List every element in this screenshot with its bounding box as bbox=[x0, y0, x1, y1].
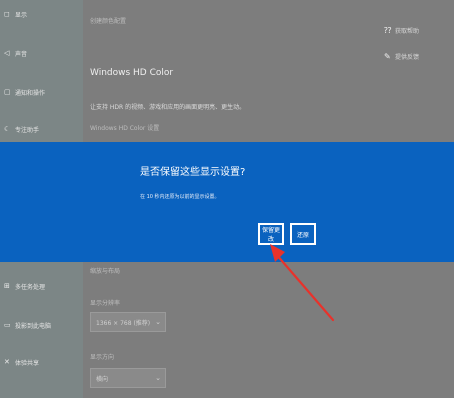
get-help-link[interactable]: ⁇ 获取帮助 bbox=[384, 26, 419, 35]
dialog-title: 是否保留这些显示设置? bbox=[140, 167, 246, 178]
display-icon: ◻ bbox=[4, 10, 10, 18]
resolution-select[interactable]: 1366 × 768 (推荐) ⌄ bbox=[90, 312, 166, 332]
orientation-label: 显示方向 bbox=[90, 354, 115, 361]
keep-display-settings-dialog bbox=[0, 142, 454, 262]
project-icon: ▭ bbox=[4, 321, 11, 329]
multitask-icon: ⊞ bbox=[4, 282, 10, 290]
feedback-icon: ✎ bbox=[384, 52, 391, 61]
sidebar-item-label: 通知和操作 bbox=[15, 89, 46, 97]
give-feedback-label: 提供反馈 bbox=[395, 54, 420, 61]
resolution-value: 1366 × 768 (推荐) bbox=[96, 319, 151, 327]
dialog-description: 在 10 秒内还原为以前的显示设置。 bbox=[140, 194, 220, 200]
scale-layout-label: 缩放与布局 bbox=[90, 268, 121, 275]
focus-icon: ☾ bbox=[4, 125, 11, 133]
section-label: 创建颜色配置 bbox=[90, 18, 127, 25]
sidebar-item-shared-experiences[interactable]: ✕ 体验共享 bbox=[4, 355, 39, 369]
sidebar-item-label: 专注助手 bbox=[15, 126, 40, 134]
notification-icon: ▢ bbox=[4, 88, 11, 96]
revert-button[interactable]: 还原 bbox=[290, 223, 316, 245]
sidebar-item-multitasking[interactable]: ⊞ 多任务处理 bbox=[4, 279, 45, 293]
sidebar-item-label: 声音 bbox=[15, 50, 28, 58]
sidebar-item-label: 显示 bbox=[15, 11, 28, 19]
sidebar-item-label: 多任务处理 bbox=[15, 283, 46, 291]
sidebar-item-focus-assist[interactable]: ☾ 专注助手 bbox=[4, 122, 39, 136]
hd-color-description: 让支持 HDR 的视频、游戏和应用的画面更明亮、更生动。 bbox=[90, 104, 246, 111]
sidebar-item-display[interactable]: ◻ 显示 bbox=[4, 7, 27, 21]
sound-icon: ◁ bbox=[4, 49, 10, 57]
get-help-label: 获取帮助 bbox=[395, 28, 420, 35]
sidebar-item-notifications[interactable]: ▢ 通知和操作 bbox=[4, 85, 45, 99]
sidebar-item-sound[interactable]: ◁ 声音 bbox=[4, 46, 27, 60]
keep-changes-button[interactable]: 保留更改 bbox=[258, 223, 284, 245]
hd-color-title: Windows HD Color bbox=[90, 68, 174, 78]
hd-color-settings-link[interactable]: Windows HD Color 设置 bbox=[90, 123, 159, 132]
shared-experience-icon: ✕ bbox=[4, 358, 10, 366]
give-feedback-link[interactable]: ✎ 提供反馈 bbox=[384, 52, 419, 61]
sidebar-item-label: 体验共享 bbox=[15, 359, 40, 367]
chevron-down-icon: ⌄ bbox=[155, 374, 161, 382]
sidebar-item-label: 投影到此电脑 bbox=[15, 322, 52, 330]
chevron-down-icon: ⌄ bbox=[155, 318, 161, 326]
resolution-label: 显示分辨率 bbox=[90, 300, 121, 307]
orientation-value: 横向 bbox=[96, 375, 109, 383]
orientation-select[interactable]: 横向 ⌄ bbox=[90, 368, 166, 388]
help-icon: ⁇ bbox=[384, 26, 392, 35]
sidebar-item-project[interactable]: ▭ 投影到此电脑 bbox=[4, 318, 51, 332]
